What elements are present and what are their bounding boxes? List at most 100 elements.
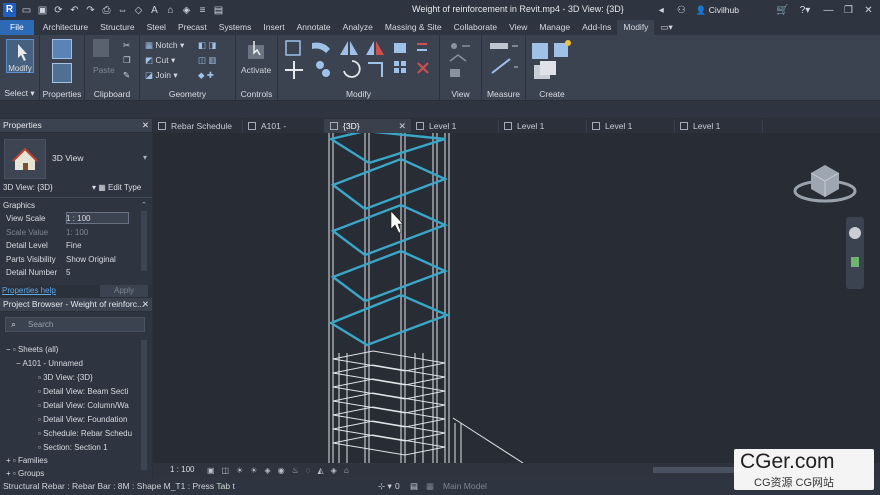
view-tab-6[interactable]: Level 1 — [675, 119, 763, 133]
wall-joins-icon[interactable]: ◧ ◨ — [198, 40, 216, 51]
restore-icon[interactable]: ❐ — [843, 5, 854, 16]
help-icon[interactable]: ?▾ — [796, 5, 814, 16]
split-face-icon[interactable]: ◫ ▥ — [198, 55, 216, 66]
instance-selector[interactable]: 3D View: {3D} — [3, 183, 53, 192]
ribbon-tab-precast[interactable]: Precast — [172, 20, 213, 35]
thin-lines-icon[interactable]: ≡ — [197, 5, 208, 16]
close-tab-icon[interactable]: ✕ — [398, 119, 406, 133]
paste-icon[interactable] — [93, 39, 109, 57]
browser-node[interactable]: ▫ Schedule: Rebar Schedu — [38, 429, 132, 438]
close-browser-icon[interactable]: ✕ — [142, 298, 149, 311]
match-icon[interactable]: ✎ — [123, 70, 130, 81]
switch-windows-icon[interactable]: ▤ — [213, 5, 224, 16]
view-tab-4[interactable]: Level 1 — [499, 119, 587, 133]
home-3d-icon[interactable]: ⌂ — [165, 5, 176, 16]
section-icon[interactable]: ◈ — [181, 5, 192, 16]
copy-icon[interactable]: ❐ — [123, 55, 131, 66]
browser-node[interactable]: ▫ Detail View: Beam Secti — [38, 387, 128, 396]
ribbon-tab-analyze[interactable]: Analyze — [337, 20, 379, 35]
properties-icon[interactable] — [52, 63, 72, 83]
3d-viewport[interactable] — [153, 133, 880, 463]
type-name[interactable]: 3D View — [52, 153, 84, 163]
ribbon-tab-modify[interactable]: Modify — [617, 20, 655, 35]
view-scale-label[interactable]: 1 : 100 — [170, 465, 194, 474]
ribbon-tab-massing-site[interactable]: Massing & Site — [379, 20, 448, 35]
ribbon-options-icon[interactable]: ▭▾ — [654, 20, 678, 35]
ribbon-tab-add-ins[interactable]: Add-Ins — [576, 20, 617, 35]
cart-icon[interactable]: 🛒 — [776, 5, 788, 16]
redo-icon[interactable]: ↷ — [85, 5, 96, 16]
view-tab-3[interactable]: Level 1 — [411, 119, 499, 133]
measure-icon[interactable] — [488, 41, 522, 81]
text-icon[interactable]: A — [149, 5, 160, 16]
close-properties-icon[interactable]: ✕ — [142, 119, 149, 132]
cut-button[interactable]: ◩ Cut ▾ — [145, 55, 175, 66]
view-tab-1[interactable]: A101 - Unnamed — [243, 119, 325, 145]
cut-scissors-icon[interactable]: ✂ — [123, 40, 130, 51]
create-tools-icons[interactable] — [530, 39, 574, 85]
modify-tool-button[interactable]: Modify — [6, 39, 34, 73]
close-icon[interactable]: ✕ — [863, 5, 874, 16]
group-graphics[interactable]: Graphics — [3, 201, 35, 210]
panel-label-select[interactable]: Select ▾ — [0, 88, 39, 99]
collapse-icon[interactable]: ⌃ — [141, 201, 147, 209]
save-icon[interactable]: ▣ — [37, 5, 48, 16]
notch-button[interactable]: ▦ Notch ▾ — [145, 40, 184, 51]
property-value[interactable]: 1 : 100 — [66, 214, 90, 223]
ribbon-tab-manage[interactable]: Manage — [533, 20, 576, 35]
minimize-icon[interactable]: — — [823, 5, 834, 16]
view-tab-0[interactable]: Rebar Schedule — [153, 119, 243, 133]
search-arrow-icon[interactable]: ◂ — [656, 5, 667, 16]
type-dropdown-icon[interactable]: ▾ — [143, 153, 147, 162]
ribbon-tab-steel[interactable]: Steel — [141, 20, 172, 35]
paste-label[interactable]: Paste — [93, 65, 115, 75]
type-properties-icon[interactable] — [52, 39, 72, 59]
properties-scrollbar[interactable] — [141, 211, 147, 271]
tag-icon[interactable]: ◇ — [133, 5, 144, 16]
browser-node[interactable]: + ▫ Families — [6, 456, 48, 465]
ribbon-tab-file[interactable]: File — [0, 20, 34, 35]
selection-icons[interactable]: ⊹ ▾ — [378, 477, 392, 495]
zoom-icon[interactable] — [851, 257, 859, 267]
property-value[interactable]: Show Original — [66, 255, 116, 264]
undo-icon[interactable]: ↶ — [69, 5, 80, 16]
view-tab-5[interactable]: Level 1 — [587, 119, 675, 133]
browser-search[interactable]: ⌕ Search — [5, 317, 145, 332]
revit-logo[interactable]: R — [3, 3, 16, 17]
open-icon[interactable]: ▭ — [21, 5, 32, 16]
property-value[interactable]: Fine — [66, 241, 82, 250]
view-control-icons[interactable]: ▣◫☀☀◈◉♨◌◭◈⌂ — [207, 466, 356, 475]
ribbon-tab-annotate[interactable]: Annotate — [291, 20, 337, 35]
browser-node[interactable]: ▫ 3D View: {3D} — [38, 373, 93, 382]
measure-icon[interactable]: ⇔ — [117, 5, 128, 16]
navigation-bar[interactable] — [846, 217, 864, 289]
browser-node[interactable]: ▫ Section: Section 1 — [38, 443, 108, 452]
info-icon[interactable]: ⚇ — [676, 5, 687, 16]
activate-icon[interactable] — [246, 39, 268, 61]
ribbon-tab-structure[interactable]: Structure — [94, 20, 141, 35]
view-tab-2[interactable]: {3D} ✕ — [325, 119, 411, 133]
apply-button[interactable]: Apply — [100, 285, 148, 297]
print-icon[interactable]: ⎙ — [101, 5, 112, 16]
modify-tools-icons[interactable] — [282, 39, 442, 89]
active-model[interactable]: Main Model — [443, 477, 487, 495]
browser-node[interactable]: − ▫ Sheets (all) — [6, 345, 58, 354]
browser-node[interactable]: − A101 - Unnamed — [16, 359, 83, 368]
join-button[interactable]: ◪ Join ▾ — [145, 70, 178, 81]
expand-icon[interactable]: + — [6, 456, 13, 465]
ribbon-tab-view[interactable]: View — [503, 20, 533, 35]
sync-icon[interactable]: ⟳ — [53, 5, 64, 16]
ribbon-tab-insert[interactable]: Insert — [257, 20, 290, 35]
property-value[interactable]: 5 — [66, 268, 70, 277]
view-tools-icons[interactable] — [446, 41, 476, 83]
expand-icon[interactable]: − — [6, 345, 13, 354]
properties-help-link[interactable]: Properties help — [2, 286, 56, 295]
edit-type-button[interactable]: ▾ ▦ Edit Type — [92, 183, 141, 192]
ribbon-tab-architecture[interactable]: Architecture — [37, 20, 94, 35]
browser-node[interactable]: ▫ Detail View: Column/Wa — [38, 401, 129, 410]
worksets-icon[interactable]: ▤ — [410, 477, 418, 495]
browser-scrollbar[interactable] — [141, 340, 147, 470]
ribbon-tab-systems[interactable]: Systems — [213, 20, 258, 35]
viewcube-icon[interactable] — [793, 157, 859, 215]
browser-node[interactable]: ▫ Detail View: Foundation — [38, 415, 127, 424]
